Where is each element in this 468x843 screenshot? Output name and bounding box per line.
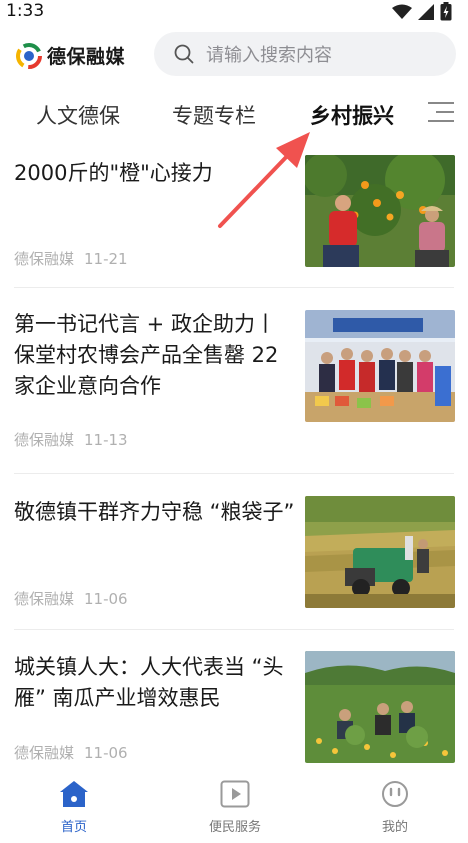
news-meta: 德保融媒 11-06: [14, 742, 128, 763]
nav-home-label: 首页: [60, 820, 87, 835]
smile-icon: [382, 781, 408, 807]
orange-harvest-photo: [305, 155, 455, 267]
nav-services-label: 便民服务: [208, 820, 261, 835]
signal-icon: [418, 3, 434, 20]
nav-mine[interactable]: 我的: [345, 780, 445, 835]
news-meta: 德保融媒 11-21: [14, 248, 128, 269]
news-title: 第一书记代言 + 政企助力丨保堂村农博会产品全售罄 22家企业意向合作: [14, 312, 279, 398]
nav-mine-label: 我的: [381, 820, 408, 835]
search-icon: [174, 44, 194, 64]
expo-booth-photo: [305, 310, 455, 422]
tab-zhuanti[interactable]: 专题专栏: [172, 100, 256, 130]
app-logo: 德保融媒: [16, 42, 125, 69]
search-input[interactable]: 请输入搜索内容: [154, 32, 456, 76]
news-title: 敬德镇干群齐力守稳 “粮袋子”: [14, 500, 295, 524]
pumpkin-field-photo: [305, 651, 455, 763]
status-time: 1:33: [6, 1, 45, 21]
channel-menu-icon[interactable]: [428, 100, 454, 124]
news-source: 德保融媒: [14, 250, 75, 268]
news-meta: 德保融媒 11-06: [14, 588, 128, 609]
channel-tabs: 人文德保 专题专栏 乡村振兴: [0, 92, 468, 136]
battery-icon: [440, 2, 452, 21]
tab-renwen[interactable]: 人文德保: [36, 100, 120, 130]
news-source: 德保融媒: [14, 590, 75, 608]
news-title: 2000斤的"橙"心接力: [14, 161, 213, 185]
nav-home[interactable]: 首页: [24, 780, 124, 835]
news-date: 11-06: [84, 590, 128, 608]
news-date: 11-21: [84, 250, 128, 268]
divider: [14, 287, 454, 288]
search-placeholder: 请输入搜索内容: [206, 45, 332, 66]
logo-text: 德保融媒: [47, 46, 126, 68]
news-date: 11-06: [84, 744, 128, 762]
status-bar: 1:33: [0, 0, 468, 24]
news-source: 德保融媒: [14, 431, 75, 449]
news-title: 城关镇人大：人大代表当 “头雁” 南瓜产业增效惠民: [14, 655, 284, 710]
divider: [14, 629, 454, 630]
news-source: 德保融媒: [14, 744, 75, 762]
divider: [14, 473, 454, 474]
wifi-icon: [392, 4, 412, 19]
news-meta: 德保融媒 11-13: [14, 429, 128, 450]
logo-icon: [16, 42, 42, 69]
app-header: 德保融媒 请输入搜索内容: [0, 28, 468, 84]
status-icons: [392, 2, 452, 21]
nav-services[interactable]: 便民服务: [185, 780, 285, 835]
play-icon: [220, 780, 250, 808]
home-icon: [60, 781, 88, 807]
rice-harvester-photo: [305, 496, 455, 608]
news-date: 11-13: [84, 431, 128, 449]
bottom-nav: 首页 便民服务 我的: [0, 770, 468, 843]
tab-xiangcun[interactable]: 乡村振兴: [310, 100, 394, 130]
